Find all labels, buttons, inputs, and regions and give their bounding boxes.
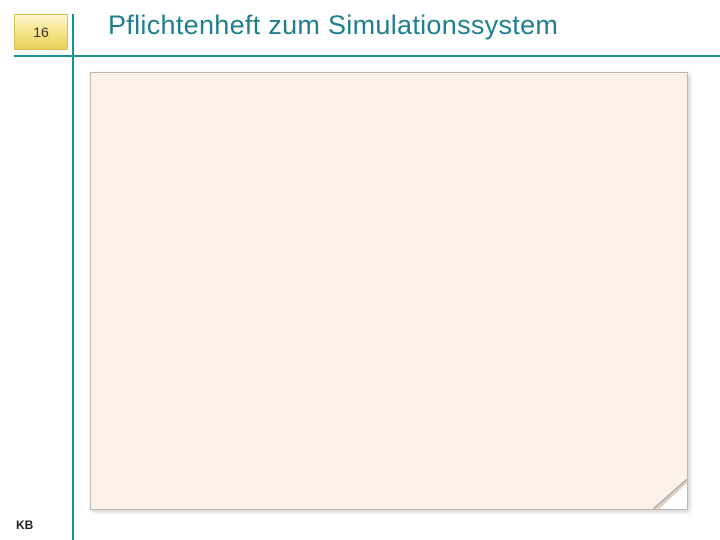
page-fold-icon bbox=[653, 479, 687, 509]
page-number-box: 16 bbox=[14, 14, 68, 50]
content-panel bbox=[90, 72, 688, 510]
footer-author: KB bbox=[16, 518, 33, 532]
page-number: 16 bbox=[33, 24, 49, 40]
divider-horizontal bbox=[14, 55, 720, 57]
slide: 16 Pflichtenheft zum Simulationssystem O… bbox=[0, 0, 720, 540]
sidebar-label: Objektorientierte Softwareentwicklung bbox=[0, 50, 10, 490]
page-title: Pflichtenheft zum Simulationssystem bbox=[108, 10, 558, 41]
divider-vertical bbox=[72, 14, 74, 540]
